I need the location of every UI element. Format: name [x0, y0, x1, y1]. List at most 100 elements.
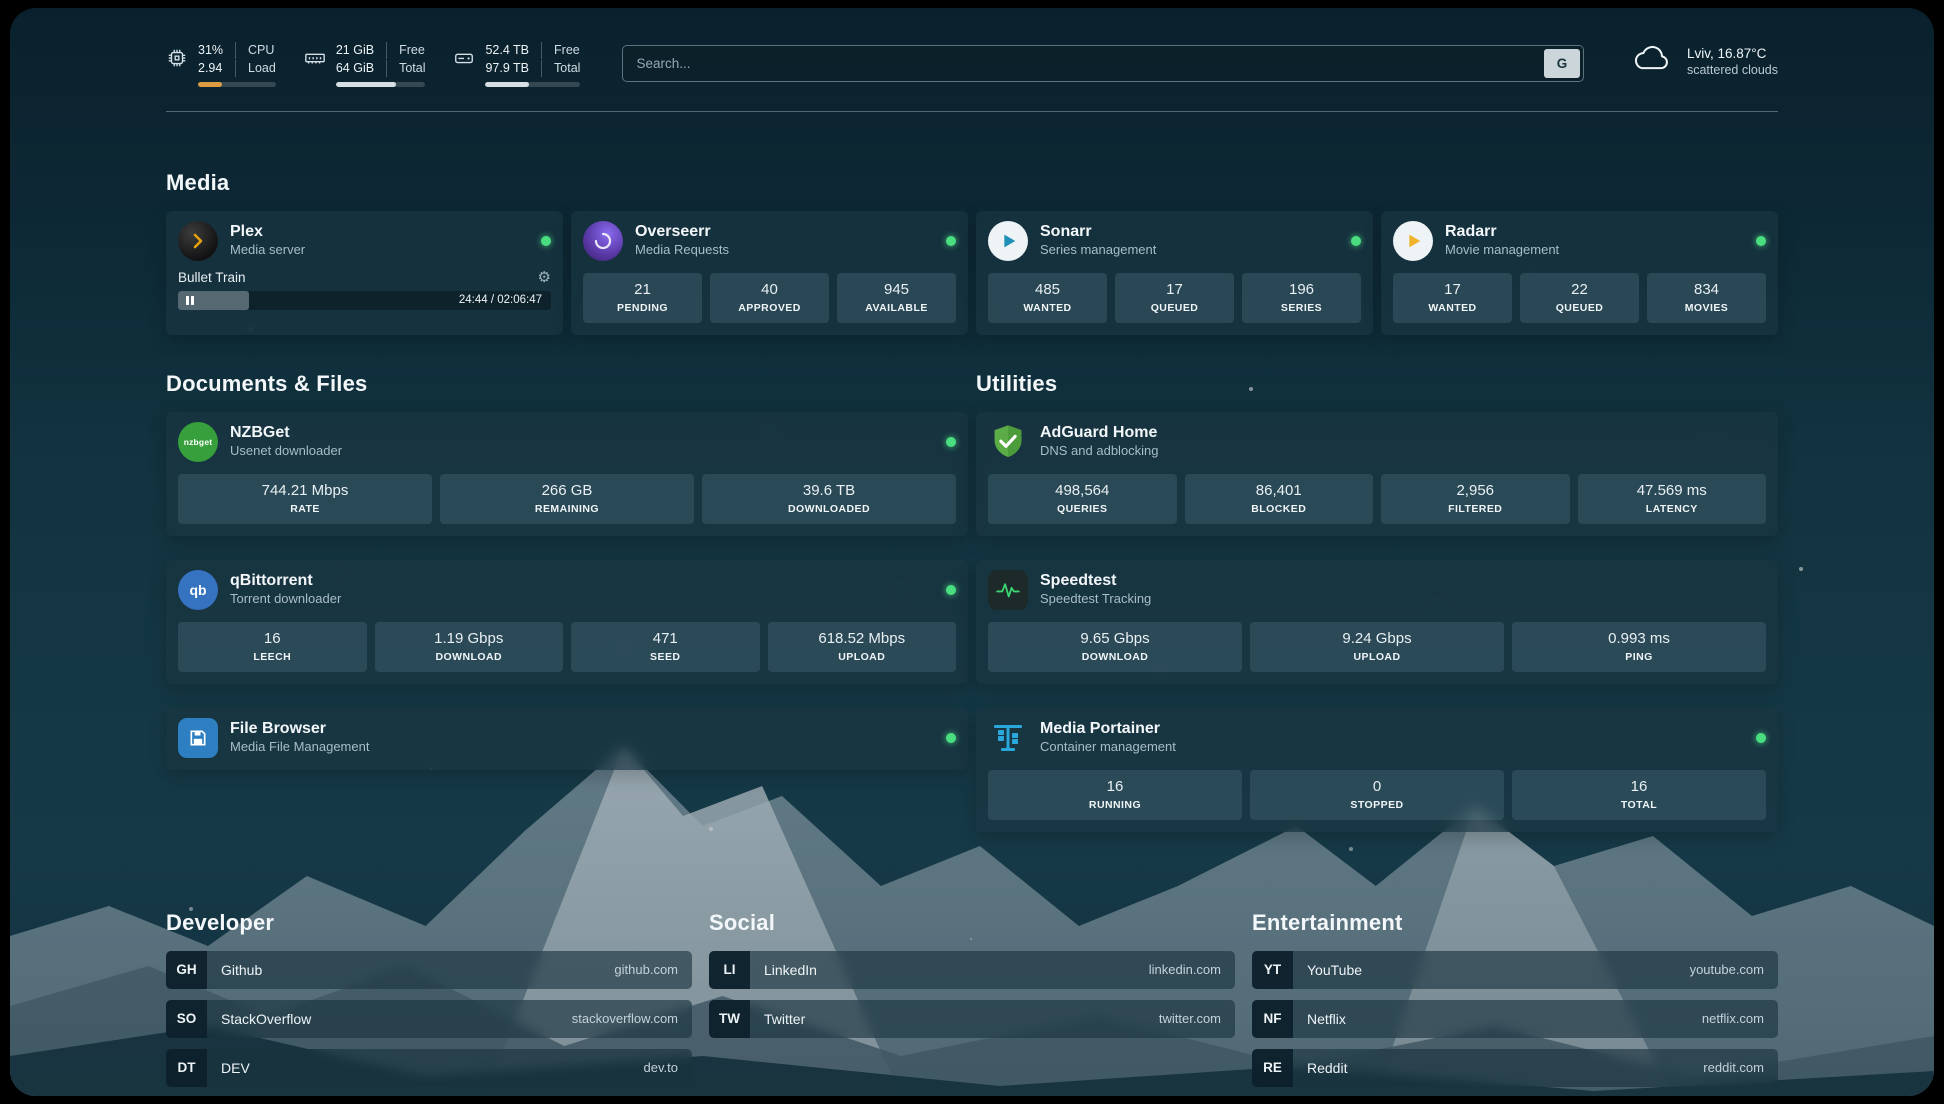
bookmark-name: DEV	[221, 1060, 250, 1076]
disk-icon	[453, 47, 475, 74]
disk-free-value: 52.4 TB	[485, 42, 541, 59]
playback-time: 24:44 / 02:06:47	[459, 294, 542, 306]
stat-running: 16RUNNING	[988, 770, 1242, 820]
ram-icon	[304, 47, 326, 74]
bookmark-url: stackoverflow.com	[572, 1011, 678, 1026]
portainer-crane-icon	[988, 718, 1028, 758]
bookmark-twitter[interactable]: TW Twitter twitter.com	[709, 1000, 1235, 1038]
section-title-social: Social	[709, 910, 1235, 936]
service-name: AdGuard Home	[1040, 424, 1159, 442]
service-card-adguard[interactable]: AdGuard Home DNS and adblocking 498,564Q…	[976, 412, 1778, 536]
weather-widget[interactable]: Lviv, 16.87°C scattered clouds	[1630, 44, 1778, 79]
status-indicator	[1756, 236, 1766, 246]
bookmark-url: youtube.com	[1690, 962, 1764, 977]
search-provider-button[interactable]: G	[1544, 49, 1580, 78]
section-title-documents: Documents & Files	[166, 371, 968, 397]
search-input[interactable]	[626, 56, 1544, 71]
bookmark-netflix[interactable]: NF Netflix netflix.com	[1252, 1000, 1778, 1038]
section-media: Media Plex Media server	[166, 170, 1778, 335]
speedtest-icon	[988, 570, 1028, 610]
header-divider	[166, 111, 1778, 112]
service-name: Media Portainer	[1040, 720, 1176, 738]
cpu-percent: 31%	[198, 42, 235, 59]
service-subtitle: Media File Management	[230, 740, 369, 755]
service-card-plex[interactable]: Plex Media server Bullet Train ⚙ 24:44 /…	[166, 211, 563, 335]
service-card-qbittorrent[interactable]: qb qBittorrent Torrent downloader 16LEEC…	[166, 560, 968, 684]
service-subtitle: Series management	[1040, 243, 1156, 258]
bookmark-group-social: Social LI LinkedIn linkedin.com TW Twitt…	[709, 910, 1235, 1087]
settings-gear-icon[interactable]: ⚙	[538, 270, 551, 285]
bookmark-name: Netflix	[1307, 1011, 1346, 1027]
stat-total: 16TOTAL	[1512, 770, 1766, 820]
bookmark-group-entertainment: Entertainment YT YouTube youtube.com NF …	[1252, 910, 1778, 1087]
bookmark-url: linkedin.com	[1149, 962, 1221, 977]
cpu-usage-bar	[198, 82, 276, 87]
ram-total-label: Total	[386, 60, 425, 77]
service-card-nzbget[interactable]: nzbget NZBGet Usenet downloader 744.21 M…	[166, 412, 968, 536]
adguard-shield-icon	[988, 422, 1028, 462]
service-subtitle: Media Requests	[635, 243, 729, 258]
stat-downloaded: 39.6 TBDOWNLOADED	[702, 474, 956, 524]
disk-usage-bar	[485, 82, 580, 87]
status-indicator	[946, 733, 956, 743]
bookmark-abbr: LI	[709, 951, 750, 989]
snow-specks	[10, 8, 12, 10]
ram-usage-bar	[336, 82, 426, 87]
service-card-portainer[interactable]: Media Portainer Container management 16R…	[976, 708, 1778, 832]
disk-total-label: Total	[541, 60, 580, 77]
playback-progress-bar[interactable]: 24:44 / 02:06:47	[178, 291, 551, 310]
cpu-icon	[166, 47, 188, 74]
stat-leech: 16LEECH	[178, 622, 367, 672]
stat-seed: 471SEED	[571, 622, 760, 672]
stat-stopped: 0STOPPED	[1250, 770, 1504, 820]
service-subtitle: Torrent downloader	[230, 592, 341, 607]
service-name: Overseerr	[635, 223, 729, 241]
ram-free-label: Free	[386, 42, 425, 59]
bookmark-url: dev.to	[644, 1060, 678, 1075]
stat-download: 1.19 GbpsDOWNLOAD	[375, 622, 564, 672]
service-card-radarr[interactable]: Radarr Movie management 17WANTED 22QUEUE…	[1381, 211, 1778, 335]
stat-latency: 47.569 msLATENCY	[1578, 474, 1767, 524]
service-name: Sonarr	[1040, 223, 1156, 241]
stat-wanted: 17WANTED	[1393, 273, 1512, 323]
service-card-sonarr[interactable]: Sonarr Series management 485WANTED 17QUE…	[976, 211, 1373, 335]
service-subtitle: Speedtest Tracking	[1040, 592, 1151, 607]
cloud-icon	[1630, 44, 1674, 79]
stat-wanted: 485WANTED	[988, 273, 1107, 323]
service-card-overseerr[interactable]: Overseerr Media Requests 21PENDING 40APP…	[571, 211, 968, 335]
top-bar: 31% CPU 2.94 Load 21 GiB Free 64	[166, 42, 1778, 87]
bookmark-url: reddit.com	[1703, 1060, 1764, 1075]
service-name: NZBGet	[230, 424, 342, 442]
bookmark-url: twitter.com	[1159, 1011, 1221, 1026]
ram-total-value: 64 GiB	[336, 60, 386, 77]
section-title-media: Media	[166, 170, 1778, 196]
bookmark-stackoverflow[interactable]: SO StackOverflow stackoverflow.com	[166, 1000, 692, 1038]
stat-queued: 22QUEUED	[1520, 273, 1639, 323]
section-title-utilities: Utilities	[976, 371, 1778, 397]
service-name: File Browser	[230, 720, 369, 738]
service-card-speedtest[interactable]: Speedtest Speedtest Tracking 9.65 GbpsDO…	[976, 560, 1778, 684]
bookmark-github[interactable]: GH Github github.com	[166, 951, 692, 989]
service-card-filebrowser[interactable]: File Browser Media File Management	[166, 708, 968, 770]
bookmark-url: github.com	[614, 962, 678, 977]
cpu-label: CPU	[235, 42, 276, 59]
weather-location: Lviv, 16.87°C	[1687, 46, 1778, 61]
memory-widget: 21 GiB Free 64 GiB Total	[304, 42, 426, 87]
status-indicator	[946, 585, 956, 595]
pause-icon[interactable]	[186, 296, 194, 305]
bookmark-reddit[interactable]: RE Reddit reddit.com	[1252, 1049, 1778, 1087]
bookmark-abbr: GH	[166, 951, 207, 989]
stat-queued: 17QUEUED	[1115, 273, 1234, 323]
status-indicator	[1351, 236, 1361, 246]
bookmark-youtube[interactable]: YT YouTube youtube.com	[1252, 951, 1778, 989]
status-indicator	[946, 437, 956, 447]
bookmark-dev[interactable]: DT DEV dev.to	[166, 1049, 692, 1087]
service-subtitle: Container management	[1040, 740, 1176, 755]
now-playing-title: Bullet Train	[178, 270, 246, 285]
stat-queries: 498,564QUERIES	[988, 474, 1177, 524]
filebrowser-icon	[178, 718, 218, 758]
service-name: qBittorrent	[230, 572, 341, 590]
service-name: Radarr	[1445, 223, 1559, 241]
service-name: Plex	[230, 223, 305, 241]
bookmark-linkedin[interactable]: LI LinkedIn linkedin.com	[709, 951, 1235, 989]
